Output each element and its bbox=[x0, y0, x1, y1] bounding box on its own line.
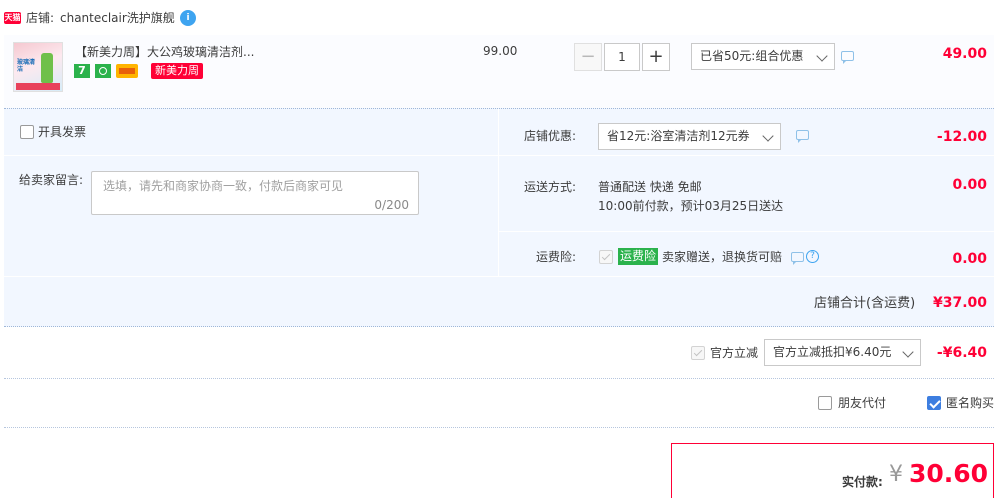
message-icon[interactable] bbox=[841, 51, 854, 64]
credit-card-icon bbox=[116, 64, 138, 78]
shipping-eta: 10:00前付款，预计03月25日送达 bbox=[598, 199, 784, 213]
shipping-method: 普通配送 快递 免邮 bbox=[598, 180, 702, 194]
shop-name-link[interactable]: chanteclair洗护旗舰 bbox=[60, 10, 175, 26]
seven-day-return-icon: 7 bbox=[74, 64, 90, 78]
shop-coupon-select[interactable]: 省12元:浴室清洁剂12元券 bbox=[598, 123, 781, 150]
freight-insurance-desc: 卖家赠送，退换货可赔 bbox=[662, 250, 783, 264]
official-discount-label: 官方立减 bbox=[710, 346, 759, 360]
seller-message-label: 给卖家留言: bbox=[19, 173, 84, 187]
shipping-label: 运送方式: bbox=[524, 180, 577, 194]
chevron-down-icon bbox=[816, 50, 828, 62]
official-discount-amount: -¥6.40 bbox=[936, 345, 987, 361]
help-icon[interactable]: ? bbox=[806, 250, 819, 263]
tmall-badge: 天猫 bbox=[4, 12, 21, 24]
unit-price: 99.00 bbox=[483, 44, 518, 58]
shop-total-amount: ¥37.00 bbox=[932, 295, 987, 311]
panel-divider-right-2 bbox=[499, 231, 994, 232]
product-title-link[interactable]: 【新美力周】大公鸡玻璃清洁剂... bbox=[75, 44, 254, 60]
chevron-down-icon bbox=[762, 130, 774, 142]
panel-divider-full bbox=[4, 276, 994, 277]
shop-coupon-label: 店铺优惠: bbox=[524, 129, 577, 143]
item-discount-select[interactable]: 已省50元:组合优惠 bbox=[691, 43, 835, 70]
seller-message-counter: 0/200 bbox=[374, 198, 409, 212]
official-discount-checkbox bbox=[691, 346, 705, 360]
divider bbox=[4, 427, 994, 428]
seller-message-placeholder: 选填，请先和商家协商一致，付款后商家可见 bbox=[103, 179, 344, 193]
panel-divider-left bbox=[4, 155, 498, 156]
freight-insurance-amount: 0.00 bbox=[952, 251, 987, 267]
panel-divider-right-1 bbox=[499, 155, 994, 156]
thumbnail-bottle bbox=[41, 53, 53, 83]
anonymous-purchase-label[interactable]: 匿名购买 bbox=[946, 395, 994, 411]
friend-pay-label[interactable]: 朋友代付 bbox=[838, 395, 886, 411]
message-icon[interactable] bbox=[796, 130, 809, 143]
freight-insurance-checkbox bbox=[599, 250, 613, 264]
official-discount-select-value: 官方立减抵扣¥6.40元 bbox=[773, 345, 892, 359]
promo-tag: 新美力周 bbox=[151, 63, 203, 79]
invoice-checkbox[interactable] bbox=[20, 125, 34, 139]
panel-divider-vertical bbox=[498, 109, 499, 276]
quantity-increase-button[interactable]: + bbox=[642, 43, 670, 71]
item-subtotal: 49.00 bbox=[942, 46, 987, 62]
shop-label: 店铺: bbox=[26, 11, 55, 25]
message-icon[interactable] bbox=[791, 252, 804, 265]
friend-pay-checkbox[interactable] bbox=[818, 396, 832, 410]
anonymous-purchase-checkbox[interactable] bbox=[927, 396, 941, 410]
divider bbox=[4, 378, 994, 379]
quantity-input[interactable]: 1 bbox=[604, 43, 640, 71]
shipping-amount: 0.00 bbox=[952, 177, 987, 193]
seller-message-field[interactable]: 选填，请先和商家协商一致，付款后商家可见 0/200 bbox=[91, 171, 419, 215]
official-discount-select[interactable]: 官方立减抵扣¥6.40元 bbox=[764, 339, 921, 366]
freight-insurance-label: 运费险: bbox=[536, 250, 577, 264]
shop-coupon-select-value: 省12元:浴室清洁剂12元券 bbox=[607, 129, 750, 143]
freight-insurance-tag: 运费险 bbox=[618, 248, 658, 265]
product-thumbnail[interactable]: 玻璃清洁 bbox=[13, 42, 63, 92]
guarantee-icon bbox=[95, 64, 111, 78]
invoice-label[interactable]: 开具发票 bbox=[38, 124, 86, 140]
shop-coupon-amount: -12.00 bbox=[936, 129, 987, 145]
payment-amount: 30.60 bbox=[909, 459, 989, 488]
payment-label: 实付款: bbox=[842, 475, 883, 489]
wangwang-chat-icon[interactable]: i bbox=[180, 10, 196, 26]
thumbnail-caption: 玻璃清洁 bbox=[17, 59, 36, 73]
quantity-decrease-button[interactable]: − bbox=[574, 43, 602, 71]
thumbnail-bar bbox=[16, 83, 60, 90]
payment-currency: ¥ bbox=[889, 462, 903, 487]
item-discount-select-value: 已省50元:组合优惠 bbox=[700, 49, 804, 63]
